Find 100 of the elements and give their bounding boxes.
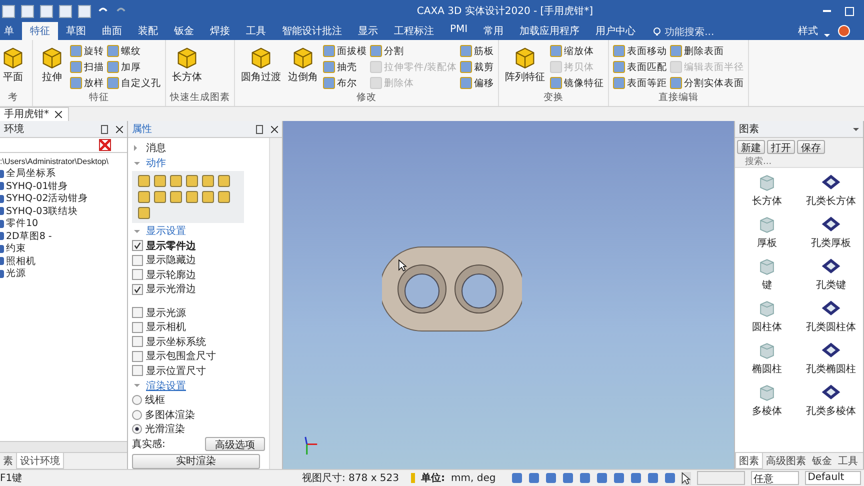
ribbon-button[interactable]: 分割 — [370, 44, 458, 58]
ribbon-tab[interactable]: 单 — [0, 22, 22, 40]
ribbon-button[interactable]: 缩放体 — [550, 44, 604, 58]
ribbon-tab[interactable]: 草图 — [58, 22, 94, 40]
checkbox[interactable] — [132, 307, 143, 318]
section-header[interactable]: 动作 — [132, 156, 265, 170]
tree-item[interactable]: 照相机 — [0, 255, 127, 268]
ribbon-button[interactable]: 扫描 — [70, 60, 104, 74]
ribbon-button[interactable]: 抽壳 — [323, 60, 367, 74]
ribbon-tab[interactable]: 加载应用程序 — [512, 22, 588, 40]
action-icon[interactable] — [218, 191, 230, 203]
close-icon[interactable] — [116, 126, 123, 132]
ribbon-tab[interactable]: 常用 — [476, 22, 512, 40]
catalog-item[interactable]: 圆柱体 — [735, 298, 799, 334]
search-field[interactable]: 搜索... — [735, 156, 863, 168]
toolbar-icon[interactable] — [614, 473, 624, 483]
ribbon-button[interactable]: 表面移动 — [613, 44, 668, 58]
catalog-item[interactable]: 孔类厚板 — [799, 214, 863, 250]
ribbon-button[interactable]: 放样 — [70, 76, 104, 90]
checkbox[interactable] — [132, 284, 143, 295]
tree-item[interactable]: SYHQ-01钳身 — [0, 180, 127, 192]
help-icon[interactable] — [838, 25, 850, 37]
ribbon-tab[interactable]: 智能设计批注 — [274, 22, 350, 40]
tree-item[interactable]: SYHQ-03联结块 — [0, 205, 127, 218]
feature-search-field[interactable]: 功能搜索... — [652, 24, 728, 40]
restore-button[interactable] — [845, 6, 854, 16]
dropdown-icon[interactable] — [853, 128, 859, 134]
checkbox[interactable] — [132, 240, 143, 252]
section-header[interactable]: 消息 — [132, 141, 265, 155]
catalog-item[interactable]: 长方体 — [735, 172, 799, 208]
action-icon[interactable] — [138, 191, 150, 203]
toolbar-icon[interactable] — [59, 4, 72, 18]
action-icon[interactable] — [170, 175, 182, 187]
tree-item[interactable]: 全局坐标系 — [0, 168, 127, 180]
toolbar-icon[interactable] — [512, 473, 522, 483]
ribbon-button[interactable]: 分割实体表面 — [670, 76, 744, 90]
ribbon-button[interactable]: 表面等距 — [613, 76, 668, 90]
ribbon-tab[interactable]: PMI — [442, 22, 476, 40]
checkbox[interactable] — [132, 322, 143, 333]
section-header[interactable]: 显示设置 — [132, 224, 265, 238]
ribbon-button[interactable]: 镜像特征 — [550, 76, 604, 90]
catalog-button[interactable]: 新建 — [737, 140, 765, 154]
ribbon-large-button[interactable]: 阵列特征 — [503, 42, 548, 91]
ribbon-tab[interactable]: 焊接 — [202, 22, 238, 40]
action-icon[interactable] — [154, 175, 166, 187]
radio-button[interactable] — [132, 410, 142, 420]
ribbon-button[interactable]: 布尔 — [323, 76, 367, 90]
panel-tab[interactable]: 素 — [0, 453, 16, 469]
toolbar-icon[interactable] — [546, 473, 556, 483]
panel-tab[interactable]: 工具 — [835, 453, 861, 469]
ribbon-button[interactable]: 筋板 — [460, 44, 494, 58]
ribbon-tab[interactable]: 用户中心 — [588, 22, 644, 40]
scrollbar[interactable] — [269, 138, 282, 469]
select-arrow-icon[interactable] — [680, 472, 691, 484]
delete-icon[interactable] — [99, 139, 111, 151]
ribbon-button[interactable]: 面拔模 — [323, 44, 367, 58]
catalog-item[interactable]: 椭圆柱 — [735, 340, 799, 376]
checkbox[interactable] — [132, 336, 143, 348]
ribbon-tab[interactable]: 工具 — [238, 22, 274, 40]
style-dropdown[interactable]: Default — [804, 471, 861, 485]
filter-dropdown[interactable]: 任意 — [750, 471, 799, 485]
ribbon-button[interactable]: 自定义孔 — [107, 76, 161, 90]
advanced-options-button[interactable]: 高级选项 — [205, 437, 265, 451]
tree-item[interactable]: 约束 — [0, 242, 127, 255]
toolbar-icon[interactable] — [40, 4, 53, 18]
ribbon-large-button[interactable]: 平面 — [0, 42, 28, 91]
tree-item[interactable]: 光源 — [0, 268, 127, 280]
tree-item[interactable]: 2D草图8 - — [0, 230, 127, 242]
close-icon[interactable] — [271, 126, 278, 132]
ribbon-large-button[interactable]: 边倒角 — [286, 42, 320, 91]
radio-button[interactable] — [132, 424, 142, 434]
dropdown-field[interactable] — [696, 471, 745, 485]
catalog-item[interactable]: 孔类多棱体 — [799, 382, 863, 418]
action-icon[interactable] — [154, 191, 166, 203]
toolbar-icon[interactable] — [630, 473, 641, 483]
catalog-button[interactable]: 打开 — [767, 140, 795, 154]
close-icon[interactable] — [55, 111, 62, 118]
panel-tab[interactable]: 钣金 — [809, 453, 835, 469]
style-menu[interactable]: 样式 — [792, 22, 824, 40]
catalog-item[interactable]: 孔类长方体 — [799, 172, 863, 208]
catalog-item[interactable]: 厚板 — [735, 214, 799, 250]
toolbar-icon[interactable] — [528, 473, 539, 483]
ribbon-large-button[interactable]: 拉伸 — [37, 42, 67, 91]
toolbar-icon[interactable] — [21, 4, 34, 18]
scrollbar[interactable] — [0, 441, 127, 452]
pin-icon[interactable] — [101, 124, 108, 134]
checkbox[interactable] — [132, 350, 143, 362]
ribbon-tab[interactable]: 钣金 — [166, 22, 202, 40]
action-icon[interactable] — [138, 207, 150, 219]
ribbon-button[interactable]: 删除表面 — [670, 44, 744, 58]
checkbox[interactable] — [132, 269, 143, 280]
radio-button[interactable] — [132, 395, 142, 406]
action-icon[interactable] — [138, 175, 150, 187]
ribbon-large-button[interactable]: 长方体 — [170, 42, 204, 91]
catalog-item[interactable]: 孔类键 — [799, 256, 863, 292]
ribbon-button[interactable]: 旋转 — [70, 44, 104, 58]
catalog-item[interactable]: 孔类圆柱体 — [799, 298, 863, 334]
ribbon-tab[interactable]: 特征 — [22, 22, 58, 40]
ribbon-button[interactable]: 螺纹 — [107, 44, 161, 58]
tree-item[interactable]: SYHQ-02活动钳身 — [0, 192, 127, 205]
